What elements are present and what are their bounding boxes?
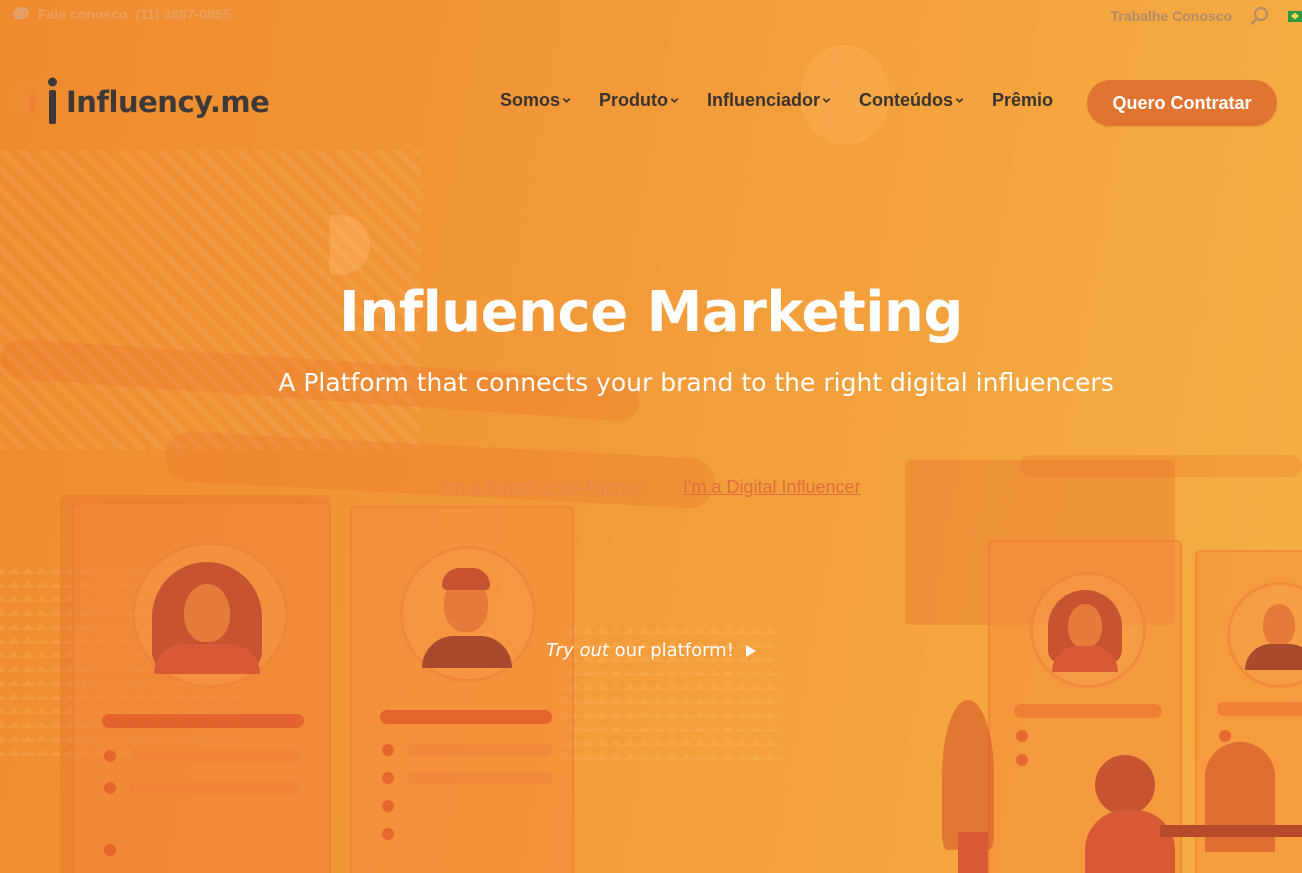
avatar-hair [442,568,490,590]
digital-influencer-link[interactable]: I'm a Digital Influencer [683,477,861,498]
search-icon[interactable] [1250,6,1270,26]
plant-illustration [942,700,994,850]
profile-card [350,506,574,873]
nav-item-conteudos[interactable]: Conteúdos [859,90,964,111]
profile-card [72,502,331,873]
card-bar [380,710,552,724]
try-italic: Try out [546,640,609,661]
chevron-down-icon [955,98,964,103]
nav-label: Conteúdos [859,90,954,110]
card-dot [1016,754,1028,766]
card-line [407,744,552,756]
nav-item-premio[interactable]: Prêmio [992,90,1053,111]
card-dot [104,782,116,794]
card-dot [104,844,116,856]
nav-label: Prêmio [992,90,1054,110]
hero-subtitle: A Platform that connects your brand to t… [278,368,1114,397]
card-dot [382,828,394,840]
chevron-down-icon [670,98,679,103]
logo-mark-icon [12,74,60,130]
card-bar [1217,702,1302,716]
card-dot [382,744,394,756]
play-icon [745,644,756,657]
desk-illustration [1160,825,1302,837]
nav-item-produto[interactable]: Produto [599,90,679,111]
nav-item-somos[interactable]: Somos [500,90,571,111]
logo-text: Influency.me [66,85,270,119]
chat-bubble-icon [12,6,30,22]
nav-label: Somos [500,90,561,110]
chevron-down-icon [562,98,571,103]
try-text: Try out our platform! [546,640,734,661]
topbar-right: Trabalhe Conosco [1111,6,1302,26]
hire-cta-button[interactable]: Quero Contratar [1087,80,1277,126]
brand-agency-link[interactable]: I'm a Brand or an Agency [441,477,643,498]
card-bar [102,714,304,728]
work-with-us-link[interactable]: Trabalhe Conosco [1111,8,1232,24]
topbar-contact[interactable]: Fale conosco (11) 3897-0855 [12,6,230,22]
try-rest: our platform! [614,640,734,661]
nav-item-influenciador[interactable]: Influenciador [707,90,831,111]
card-bar [1014,704,1162,718]
try-platform-button[interactable]: Try out our platform! [0,640,1302,661]
hero-background-illustration [0,0,1302,873]
card-dot [104,750,116,762]
avatar-head [184,584,230,642]
person-illustration [1095,755,1155,815]
card-dot [382,800,394,812]
card-dot [382,772,394,784]
nav-label: Produto [599,90,669,110]
hero-title: Influence Marketing [339,280,963,345]
card-line [407,772,552,784]
card-dot [1219,730,1231,742]
logo[interactable]: Influency.me [12,74,270,130]
plant-pot [958,832,988,873]
card-line [129,750,299,762]
contact-label[interactable]: Fale conosco [38,6,127,22]
main-nav: Somos Produto Influenciador Conteúdos Pr… [500,90,1053,111]
nav-label: Influenciador [707,90,821,110]
brazil-flag-icon[interactable] [1288,10,1302,22]
card-dot [1016,730,1028,742]
contact-phone[interactable]: (11) 3897-0855 [135,6,230,22]
audience-links: I'm a Brand or an Agency I'm a Digital I… [0,477,1302,498]
card-line [129,782,299,794]
person-body [1085,810,1175,873]
chevron-down-icon [822,98,831,103]
